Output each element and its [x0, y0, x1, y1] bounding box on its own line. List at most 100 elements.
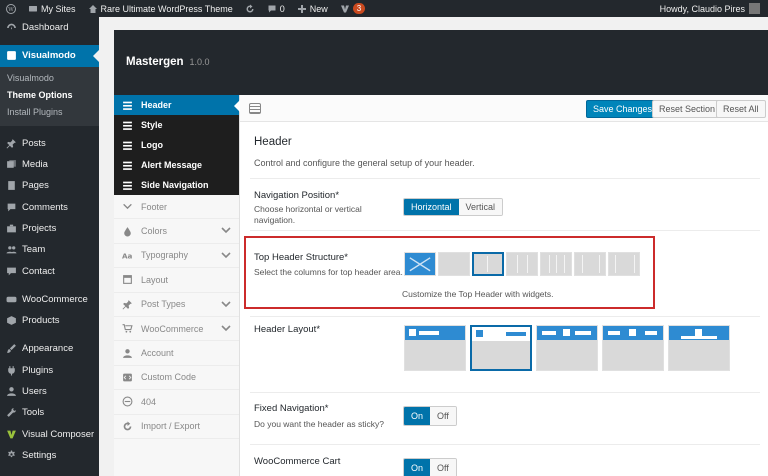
header-layout-option-4[interactable] — [602, 325, 664, 371]
divider — [250, 444, 760, 445]
nav-colors[interactable]: Colors — [114, 219, 239, 244]
comments-link[interactable]: 0 — [261, 0, 291, 17]
comments-icon — [7, 203, 16, 211]
menu-media[interactable]: Media — [0, 154, 99, 175]
menu-dashboard[interactable]: Dashboard — [0, 17, 99, 38]
divider — [250, 230, 760, 231]
chevron-down-icon — [221, 299, 231, 309]
site-name-link[interactable]: Rare Ultimate WordPress Theme — [82, 0, 239, 17]
reset-all-button[interactable]: Reset All — [716, 100, 766, 118]
visual-composer-icon — [7, 430, 16, 438]
header-layout-label: Header Layout* — [254, 324, 321, 335]
woo-cart-on[interactable]: On — [404, 459, 431, 476]
options-nav: Header Style Logo Alert Message Side Nav… — [114, 95, 240, 476]
highlight-box — [244, 236, 655, 309]
nav-position-label: Navigation Position* — [254, 190, 340, 201]
refresh-icon — [246, 4, 254, 12]
divider — [250, 316, 760, 317]
woo-cart-off[interactable]: Off — [430, 459, 456, 476]
account-menu[interactable]: Howdy, Claudio Pires — [660, 3, 768, 14]
nav-logo[interactable]: Logo — [114, 135, 239, 155]
pin-icon — [122, 299, 132, 310]
horizontal-option[interactable]: Horizontal — [404, 199, 459, 215]
divider — [250, 178, 760, 179]
vertical-option[interactable]: Vertical — [458, 199, 503, 215]
new-content-link[interactable]: New — [291, 0, 334, 17]
submenu-visualmodo[interactable]: Visualmodo — [0, 70, 99, 87]
nav-404[interactable]: 404 — [114, 390, 239, 415]
save-changes-button[interactable]: Save Changes — [586, 100, 660, 118]
options-panel-header: Mastergen 1.0.0 — [114, 30, 768, 95]
nav-side-navigation[interactable]: Side Navigation — [114, 175, 239, 195]
header-layout-option-2[interactable] — [470, 325, 532, 371]
nav-account[interactable]: Account — [114, 341, 239, 366]
wordpress-logo[interactable]: W — [0, 0, 22, 17]
nav-import-export[interactable]: Import / Export — [114, 415, 239, 439]
products-icon — [7, 316, 16, 326]
menu-pages[interactable]: Pages — [0, 175, 99, 196]
panel-version: 1.0.0 — [189, 57, 210, 67]
svg-text:W: W — [8, 7, 14, 13]
refresh-icon — [123, 421, 132, 431]
wrench-icon — [7, 408, 16, 418]
pages-icon — [8, 181, 15, 191]
menu-visualmodo[interactable]: Visualmodo — [0, 45, 99, 67]
menu-appearance[interactable]: Appearance — [0, 338, 99, 359]
fixed-nav-on[interactable]: On — [404, 407, 431, 425]
code-icon — [123, 373, 132, 382]
submenu-theme-options[interactable]: Theme Options — [0, 87, 99, 104]
nav-header[interactable]: Header — [114, 95, 240, 115]
menu-woocommerce[interactable]: WooCommerce — [0, 289, 99, 310]
plugin-icon — [8, 365, 15, 376]
woo-cart-toggle: On Off — [403, 458, 457, 476]
menu-icon — [123, 101, 132, 110]
nav-style[interactable]: Style — [114, 115, 239, 135]
menu-contact[interactable]: Contact — [0, 260, 99, 281]
menu-settings[interactable]: Settings — [0, 445, 99, 466]
menu-icon — [123, 181, 132, 190]
chevron-down-icon — [221, 225, 231, 235]
section-title: Header — [254, 136, 292, 148]
menu-projects[interactable]: Projects — [0, 218, 99, 239]
projects-icon — [7, 224, 16, 233]
cart-icon — [122, 324, 133, 333]
nav-post-types[interactable]: Post Types — [114, 293, 239, 317]
menu-posts[interactable]: Posts — [0, 133, 99, 154]
fixed-nav-toggle: On Off — [403, 406, 457, 426]
layout-toggle-icon[interactable] — [249, 103, 261, 114]
section-description: Control and configure the general setup … — [254, 158, 475, 168]
nav-custom-code[interactable]: Custom Code — [114, 366, 239, 391]
admin-bar: W My Sites Rare Ultimate WordPress Theme… — [0, 0, 768, 17]
menu-comments[interactable]: Comments — [0, 196, 99, 217]
visualmodo-submenu: Visualmodo Theme Options Install Plugins — [0, 66, 99, 126]
updates-refresh[interactable] — [239, 0, 261, 17]
menu-tools[interactable]: Tools — [0, 402, 99, 423]
header-layout-option-5[interactable] — [668, 325, 730, 371]
ban-icon — [122, 396, 133, 407]
menu-users[interactable]: Users — [0, 381, 99, 402]
reset-section-button[interactable]: Reset Section — [652, 100, 723, 118]
nav-woocommerce[interactable]: WooCommerce — [114, 317, 239, 342]
menu-plugins[interactable]: Plugins — [0, 360, 99, 381]
divider — [250, 392, 760, 393]
nav-layout[interactable]: Layout — [114, 268, 239, 293]
user-icon — [7, 387, 16, 396]
header-layout-option-3[interactable] — [536, 325, 598, 371]
nav-typography[interactable]: Aa Typography — [114, 244, 239, 269]
chevron-down-icon — [221, 323, 231, 333]
chevron-down-icon — [221, 250, 231, 260]
visual-composer-link[interactable]: 3 — [334, 0, 371, 17]
menu-visual-composer[interactable]: Visual Composer — [0, 423, 99, 444]
submenu-install-plugins[interactable]: Install Plugins — [0, 104, 99, 121]
menu-team[interactable]: Team — [0, 239, 99, 260]
typography-icon: Aa — [122, 251, 133, 260]
user-icon — [123, 348, 132, 358]
header-layout-option-1[interactable] — [404, 325, 466, 371]
header-layout-options — [404, 325, 730, 371]
fixed-nav-off[interactable]: Off — [430, 407, 456, 425]
nav-footer[interactable]: Footer — [114, 195, 239, 220]
chevron-down-icon — [123, 204, 132, 210]
my-sites-link[interactable]: My Sites — [22, 0, 82, 17]
nav-alert-message[interactable]: Alert Message — [114, 155, 239, 175]
menu-products[interactable]: Products — [0, 310, 99, 331]
